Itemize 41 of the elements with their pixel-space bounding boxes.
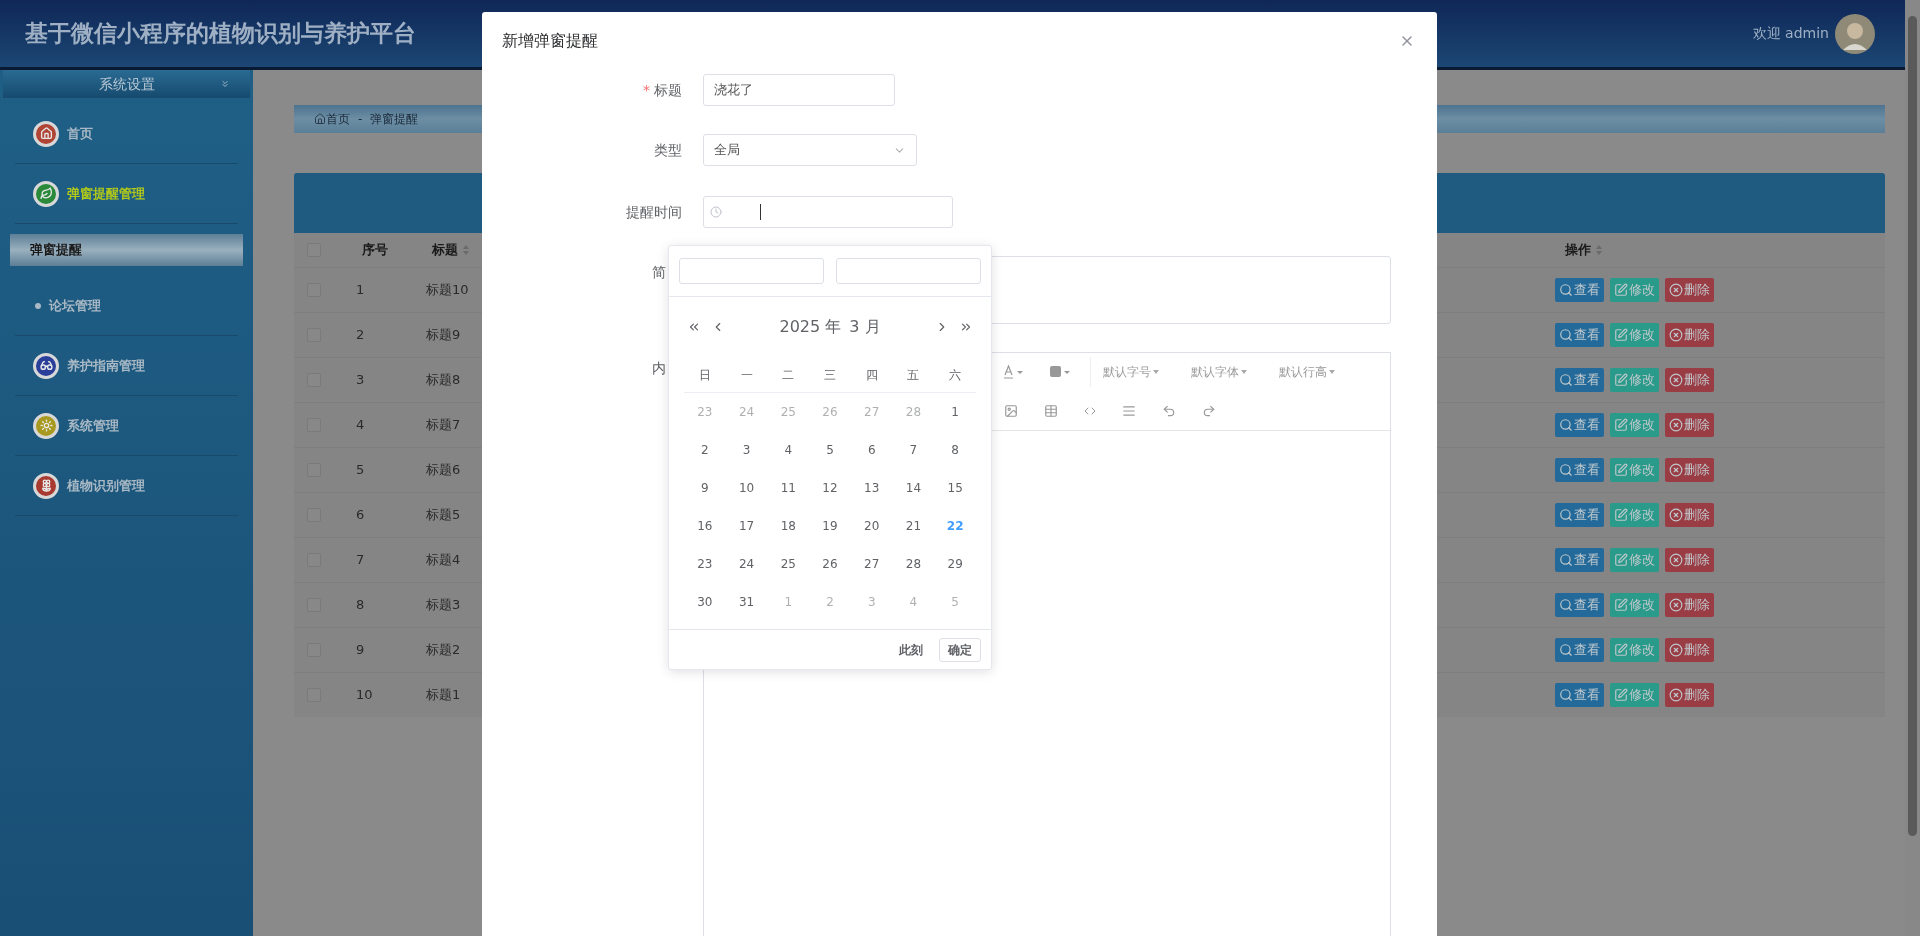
welcome-text: 欢迎 admin <box>1752 24 1829 43</box>
table-cell: 标题4 <box>426 552 461 568</box>
table-cell: 6 <box>356 507 365 523</box>
app-title: 基于微信小程序的植物识别与养护平台 <box>25 19 416 49</box>
breadcrumb-separator: - <box>358 111 363 128</box>
weekday-label: 六 <box>948 366 963 384</box>
table-cell: 8 <box>356 597 365 613</box>
table-cell: 9 <box>356 642 365 658</box>
field-label: 类型 <box>654 140 682 160</box>
sidebar-heading: 系统设置 <box>98 74 155 94</box>
field-label: 提醒时间 <box>626 202 682 222</box>
dialog-title: 新增弹窗提醒 <box>502 30 598 52</box>
table-cell: 4 <box>356 417 365 433</box>
weekday-label: 二 <box>781 366 796 384</box>
table-cell: 标题2 <box>426 642 461 658</box>
weekday-label: 四 <box>864 366 879 384</box>
weekday-label: 一 <box>739 366 754 384</box>
table-cell: 标题10 <box>426 282 469 298</box>
weekday-label: 三 <box>823 366 837 384</box>
column-header: 操作 <box>1565 241 1591 260</box>
table-cell: 标题3 <box>426 597 461 613</box>
table-cell: 7 <box>356 552 365 568</box>
table-cell: 3 <box>356 372 365 388</box>
table-cell: 标题8 <box>426 372 461 388</box>
field-label: 内 <box>652 358 666 378</box>
field-label: 简 <box>652 262 666 282</box>
table-cell: 标题5 <box>426 507 461 523</box>
table-cell: 5 <box>356 462 365 478</box>
table-cell: 2 <box>356 327 365 343</box>
required-mark: * <box>643 80 650 100</box>
field-label: 标题 <box>654 80 682 100</box>
table-cell: 标题9 <box>426 327 461 343</box>
table-cell: 标题1 <box>426 687 461 703</box>
column-header: 标题 <box>432 241 458 260</box>
column-header: 序号 <box>362 241 388 260</box>
weekday-label: 五 <box>906 366 921 384</box>
table-cell: 1 <box>356 282 365 298</box>
table-cell: 标题6 <box>426 462 461 478</box>
table-cell: 10 <box>356 687 373 703</box>
weekday-label: 日 <box>697 366 712 384</box>
table-cell: 标题7 <box>426 417 461 433</box>
